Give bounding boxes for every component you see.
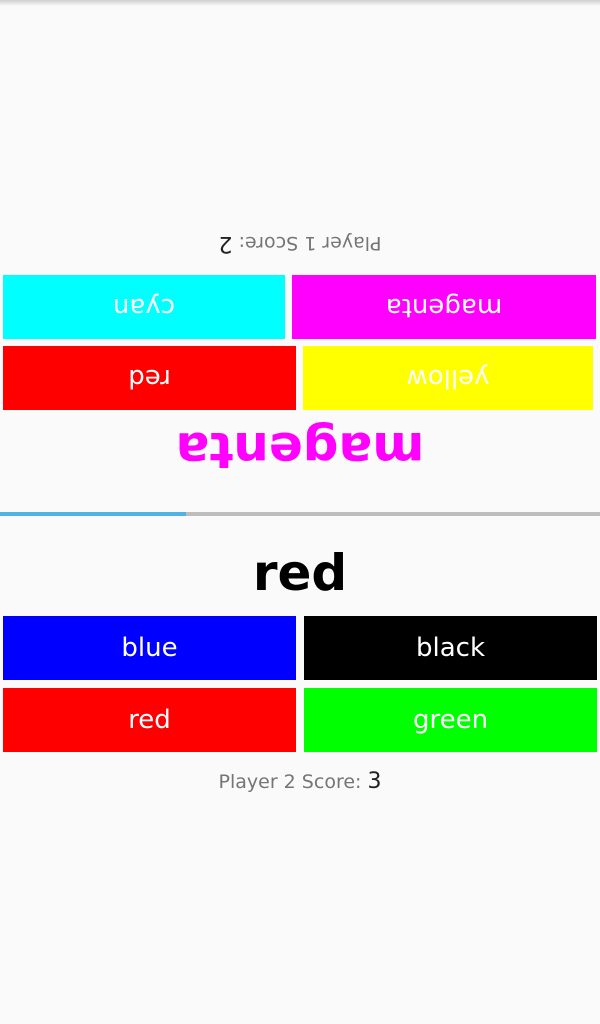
- round-timer-fill: [0, 512, 186, 516]
- player2-color-button-green[interactable]: green: [304, 688, 597, 752]
- player2-score-value: 3: [367, 769, 382, 794]
- player1-color-button-magenta[interactable]: magenta: [292, 275, 596, 339]
- player2-score-label: Player 2 Score:: [218, 771, 362, 793]
- player2-color-button-black[interactable]: black: [304, 616, 597, 680]
- player2-color-button-blue[interactable]: blue: [3, 616, 296, 680]
- player2-panel: red blue black red green Player 2 Score:…: [0, 530, 600, 800]
- player1-target-word: magenta: [175, 421, 425, 479]
- player1-color-button-yellow[interactable]: yellow: [303, 346, 593, 410]
- player1-panel: magenta yellow red magenta cyan Player 1…: [0, 222, 600, 486]
- round-timer-bar: [0, 512, 600, 516]
- player2-color-button-red[interactable]: red: [3, 688, 296, 752]
- status-bar-shadow: [0, 0, 600, 6]
- player1-color-button-cyan[interactable]: cyan: [3, 275, 285, 339]
- player2-target-word: red: [252, 544, 348, 602]
- player1-score-label: Player 1 Score:: [238, 232, 382, 254]
- player1-color-button-red[interactable]: red: [3, 346, 296, 410]
- player1-score: Player 1 Score: 2: [0, 230, 600, 256]
- player2-score: Player 2 Score: 3: [0, 769, 600, 795]
- player1-score-value: 2: [218, 231, 233, 256]
